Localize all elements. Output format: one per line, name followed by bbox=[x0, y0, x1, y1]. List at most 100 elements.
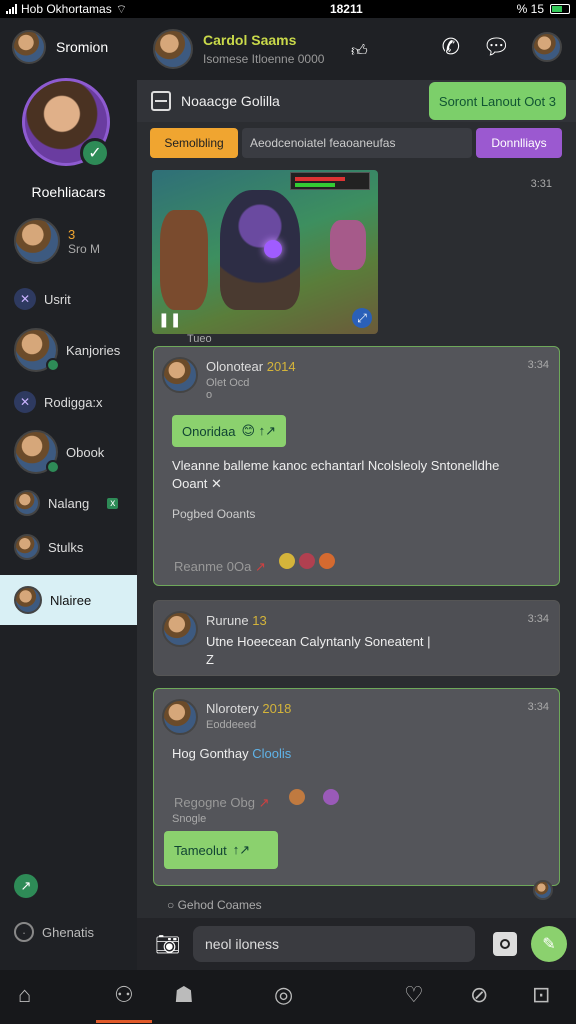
character-right bbox=[330, 220, 366, 270]
game-screenshot[interactable]: ❚❚ ⤢ bbox=[152, 170, 378, 334]
sidebar-user[interactable]: Sromion bbox=[12, 30, 108, 64]
character-left bbox=[160, 210, 208, 310]
message-footer: Regogne Obg ↗ bbox=[174, 787, 341, 811]
sidebar-item-label: Rodigga:x bbox=[44, 394, 103, 410]
discover-icon[interactable]: ◎ bbox=[274, 982, 293, 1008]
avatar bbox=[162, 357, 198, 393]
sidebar-item-label: Usrit bbox=[44, 291, 71, 307]
action-button[interactable]: Soront Lanout Oot 3 bbox=[428, 82, 566, 120]
channels-label: Ghenatis bbox=[42, 924, 95, 940]
battery-icon bbox=[550, 4, 570, 14]
link-icon: ✕ bbox=[211, 476, 222, 491]
tab-left[interactable]: Semolbling bbox=[150, 128, 238, 158]
sidebar: Sromion ✓ Roehliacars 3 Sro M ✕ Usrit Ka… bbox=[0, 18, 137, 970]
sword-icon: ✕ bbox=[14, 391, 36, 413]
sidebar-item-label: Nlairee bbox=[50, 592, 92, 608]
phone-icon[interactable]: ✆ bbox=[442, 34, 460, 60]
message-body: Utne Hoeecean Calyntanly Soneatent | Z bbox=[206, 634, 431, 667]
nav-active-indicator bbox=[96, 1020, 152, 1023]
filter-search[interactable]: Aeodcenoiatel feaoaneufas bbox=[242, 128, 472, 158]
community-icon[interactable]: ☗ bbox=[174, 982, 194, 1008]
reaction-avatar[interactable] bbox=[320, 787, 341, 807]
sidebar-item-5[interactable]: Obook bbox=[0, 430, 137, 474]
edit-icon[interactable]: ⊡ bbox=[532, 982, 550, 1008]
camera-icon[interactable]: 📷︎ bbox=[155, 932, 180, 957]
heart-icon[interactable]: ♡ bbox=[404, 982, 424, 1008]
message-tag[interactable]: Onoridaa 😊 ↑↗ bbox=[172, 415, 287, 447]
channels-button[interactable]: · Ghenatis bbox=[14, 922, 94, 942]
profile-icon[interactable]: ⚇ bbox=[114, 982, 134, 1008]
bottom-nav: ⌂ ⚇ ☗ ◎ ♡ ⊘ ⊡ bbox=[0, 970, 576, 1024]
avatar bbox=[12, 30, 46, 64]
message-time: 3:31 bbox=[530, 178, 552, 190]
record-icon[interactable] bbox=[493, 932, 517, 956]
verified-check-icon: ✓ bbox=[80, 138, 110, 168]
sidebar-item-3[interactable]: Kanjories bbox=[0, 328, 137, 372]
hud-bar bbox=[290, 172, 370, 190]
chat-title: Cardol Saams bbox=[203, 32, 297, 48]
message-author: Olonotear 2014 bbox=[206, 359, 296, 374]
thumbs-up-icon[interactable]: 👍︎ bbox=[351, 42, 368, 61]
send-icon[interactable]: ✎ bbox=[531, 926, 567, 962]
message-card[interactable]: Rurune 13 3:34 Utne Hoeecean Calyntanly … bbox=[153, 600, 560, 676]
avatar[interactable] bbox=[532, 32, 562, 62]
sidebar-item-6[interactable]: Nalang x bbox=[0, 490, 137, 516]
message-footer-line: ○ Gehod Coames bbox=[167, 898, 262, 912]
channel-label: Noaacge Golilla bbox=[181, 93, 280, 109]
message-input[interactable]: neol iloness bbox=[193, 926, 475, 962]
sidebar-item-label: Sro M bbox=[68, 241, 101, 256]
sidebar-item-8[interactable]: Nlairee bbox=[0, 575, 137, 625]
message-subtitle: Eoddeeed bbox=[206, 719, 257, 731]
sidebar-user-name: Sromion bbox=[56, 39, 109, 55]
chat-bubble-icon[interactable]: 💬︎ bbox=[482, 34, 510, 60]
carrier-name: Hob Okhortamas bbox=[21, 2, 112, 16]
online-dot-icon bbox=[46, 358, 60, 372]
message-body: Hog Gonthay Cloolis bbox=[172, 746, 292, 761]
image-caption: Tueo bbox=[187, 333, 212, 345]
sidebar-item-label: Kanjories bbox=[66, 342, 121, 358]
compass-icon[interactable]: ⊘ bbox=[470, 982, 488, 1008]
message-body: Vleanne balleme kanoc echantarl Ncolsleo… bbox=[172, 458, 500, 491]
sidebar-item-label: Stulks bbox=[48, 539, 84, 555]
message-meta: Pogbed Ooants bbox=[172, 507, 256, 521]
expand-icon[interactable]: ⤢ bbox=[352, 308, 372, 328]
sidebar-item-label: Nalang bbox=[48, 495, 90, 511]
battery-text: % 15 bbox=[516, 2, 544, 16]
sidebar-item-7[interactable]: Stulks bbox=[0, 534, 137, 560]
message-list[interactable]: ❚❚ ⤢ 3:31 Tueo Olonotear 2014 Olet Ocd o … bbox=[137, 160, 576, 918]
tab-right[interactable]: Donnlliays bbox=[476, 128, 562, 158]
clock-icon: · bbox=[14, 922, 34, 942]
chat-subtitle: Isomese Itloenne 0000 bbox=[203, 52, 325, 66]
share-icon: ↗ bbox=[14, 874, 38, 898]
avatar bbox=[14, 586, 42, 614]
reaction-avatar[interactable] bbox=[297, 551, 318, 571]
message-card[interactable]: Olonotear 2014 Olet Ocd o 3:34 Onoridaa 😊 … bbox=[153, 346, 560, 586]
sidebar-item-1[interactable]: 3 Sro M bbox=[0, 218, 137, 264]
home-icon[interactable]: ⌂ bbox=[18, 982, 31, 1008]
sidebar-item-badge: x bbox=[107, 497, 119, 509]
wifi-icon: ⌔ bbox=[115, 1, 127, 16]
minimize-icon[interactable] bbox=[151, 91, 171, 111]
status-time: 18211 bbox=[329, 2, 363, 16]
avatar bbox=[14, 218, 60, 264]
share-button[interactable]: ↗ bbox=[14, 874, 38, 898]
sidebar-item-2[interactable]: ✕ Usrit bbox=[0, 288, 137, 310]
avatar bbox=[14, 490, 40, 516]
message-card[interactable]: Nlorotery 2018 Eoddeeed 3:34 Hog Gonthay… bbox=[153, 688, 560, 886]
reaction-avatar[interactable] bbox=[277, 551, 298, 571]
message-time: 3:34 bbox=[527, 701, 549, 713]
avatar[interactable] bbox=[153, 29, 193, 69]
reaction-avatar[interactable] bbox=[316, 551, 337, 571]
channel-toolbar: Noaacge Golilla Soront Lanout Oot 3 bbox=[137, 80, 576, 122]
sword-icon: ✕ bbox=[14, 288, 36, 310]
avatar bbox=[14, 534, 40, 560]
message-footer: Reanme 0Oa ↗ bbox=[174, 551, 337, 575]
reaction-avatar[interactable] bbox=[287, 787, 308, 807]
status-bar: Hob Okhortamas ⌔ 18211 % 15 bbox=[0, 0, 576, 18]
pause-icon[interactable]: ❚❚ bbox=[158, 311, 181, 328]
chat-header: Cardol Saams Isomese Itloenne 0000 👍︎ ✆ … bbox=[137, 18, 576, 80]
emoji-icon: 😊 ↑↗ bbox=[241, 423, 277, 438]
message-tag[interactable]: Tameolut ↑↗ bbox=[164, 831, 278, 869]
message-meta: Snogle bbox=[172, 813, 207, 825]
sidebar-item-4[interactable]: ✕ Rodigga:x bbox=[0, 391, 137, 413]
